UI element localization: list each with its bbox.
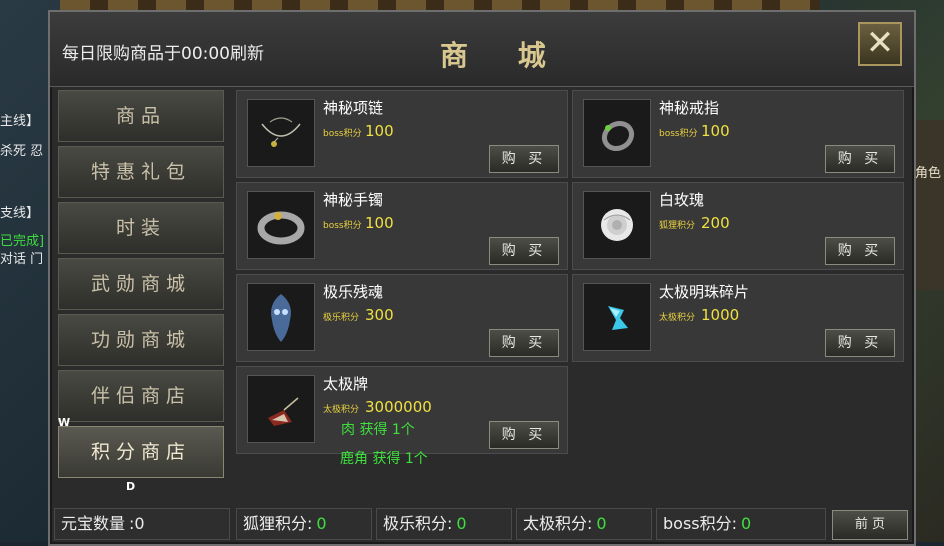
tab-points-shop[interactable]: 积分商店 [58, 426, 224, 478]
fox-points: 狐狸积分: 0 [236, 508, 372, 540]
gain-message: 鹿角 获得 1个 [340, 451, 428, 467]
item-currency: boss积分 [659, 129, 698, 139]
stat-value: 0 [316, 514, 327, 533]
item-currency: 太极积分 [659, 313, 696, 323]
jile-points: 极乐积分: 0 [376, 508, 512, 540]
shop-item: 神秘戒指 boss积分 100 购 买 [572, 90, 904, 178]
item-price: 100 [701, 122, 730, 140]
item-currency: boss积分 [323, 221, 362, 231]
buy-button[interactable]: 购 买 [825, 329, 895, 357]
yuanbao-count: 元宝数量:0 [54, 508, 230, 540]
category-sidebar: 商品 特惠礼包 时装 武勋商城 功勋商城 伴侣商店 积分商店 W D [54, 90, 232, 500]
role-label: 角色 [914, 166, 941, 181]
shop-item: 极乐残魂 极乐积分 300 购 买 [236, 274, 568, 362]
shop-item: 太极明珠碎片 太极积分 1000 购 买 [572, 274, 904, 362]
shop-item: 神秘项链 boss积分 100 购 买 [236, 90, 568, 178]
item-name: 神秘戒指 [659, 99, 720, 117]
soul-icon [247, 283, 315, 351]
item-price: 3000000 [365, 398, 432, 416]
close-icon: ✕ [865, 23, 895, 63]
item-name: 白玫瑰 [659, 191, 705, 209]
key-hint-w: W [58, 416, 71, 429]
stat-label: 元宝数量 [61, 514, 126, 533]
item-name: 太极牌 [323, 375, 369, 393]
rose-icon [583, 191, 651, 259]
boss-points: boss积分: 0 [656, 508, 826, 540]
refresh-note: 每日限购商品于00:00刷新 [62, 44, 264, 64]
pearl-fragment-icon [583, 283, 651, 351]
shop-header: 每日限购商品于00:00刷新 商 城 ✕ [50, 12, 914, 87]
item-name: 太极明珠碎片 [659, 283, 750, 301]
shop-item: 神秘手镯 boss积分 100 购 买 [236, 182, 568, 270]
tab-merit-shop[interactable]: 功勋商城 [58, 314, 224, 366]
bracelet-icon [247, 191, 315, 259]
stat-value: 0 [456, 514, 467, 533]
quest-text-main: 主线】 [0, 114, 40, 129]
stat-value: :0 [129, 514, 145, 533]
item-name: 神秘手镯 [323, 191, 384, 209]
buy-button[interactable]: 购 买 [489, 329, 559, 357]
shop-item: 白玫瑰 狐狸积分 200 购 买 [572, 182, 904, 270]
item-price: 1000 [701, 306, 740, 324]
tab-wuxun-shop[interactable]: 武勋商城 [58, 258, 224, 310]
tab-special-pack[interactable]: 特惠礼包 [58, 146, 224, 198]
buy-button[interactable]: 购 买 [825, 237, 895, 265]
item-currency: 狐狸积分 [659, 221, 696, 231]
tab-fashion[interactable]: 时装 [58, 202, 224, 254]
shop-panel: 每日限购商品于00:00刷新 商 城 ✕ 商品 特惠礼包 时装 武勋商城 功勋商… [48, 10, 916, 546]
tab-goods[interactable]: 商品 [58, 90, 224, 142]
item-currency: 极乐积分 [323, 313, 360, 323]
ring-icon [583, 99, 651, 167]
taiji-token-icon [247, 375, 315, 443]
item-price: 100 [365, 122, 394, 140]
stat-value: 0 [741, 514, 752, 533]
item-price: 200 [701, 214, 730, 232]
shop-title: 商 城 [440, 39, 566, 72]
taiji-points: 太极积分: 0 [516, 508, 652, 540]
buy-button[interactable]: 购 买 [825, 145, 895, 173]
stat-label: 极乐积分 [383, 514, 448, 533]
stat-label: 狐狸积分 [243, 514, 308, 533]
item-name: 神秘项链 [323, 99, 384, 117]
right-hud-strip: 角色 [912, 120, 944, 290]
item-price: 300 [365, 306, 394, 324]
quest-text-talk: 对话 门 [0, 252, 44, 267]
page-button[interactable]: 前 页 [832, 510, 908, 540]
item-name: 极乐残魂 [323, 283, 384, 301]
shop-item: 太极牌 太极积分 3000000 购 买 肉 获得 1个 [236, 366, 568, 454]
buy-button[interactable]: 购 买 [489, 145, 559, 173]
stat-label: 太极积分 [523, 514, 588, 533]
tab-partner-shop[interactable]: 伴侣商店 [58, 370, 224, 422]
stat-value: 0 [596, 514, 607, 533]
quest-text-kill: 杀死 忍 [0, 144, 44, 159]
necklace-icon [247, 99, 315, 167]
item-currency: boss积分 [323, 129, 362, 139]
stat-label: boss积分 [663, 514, 732, 533]
buy-button[interactable]: 购 买 [489, 421, 559, 449]
key-hint-d: D [126, 480, 136, 493]
close-button[interactable]: ✕ [858, 22, 902, 66]
item-price: 100 [365, 214, 394, 232]
gain-message: 肉 获得 1个 [341, 422, 415, 438]
currency-footer: 元宝数量:0 狐狸积分: 0 极乐积分: 0 太极积分: 0 boss积分: 0 前 页 [50, 502, 914, 544]
quest-text-side: 支线】 [0, 206, 40, 221]
item-grid: 神秘项链 boss积分 100 购 买 神秘戒指 boss积分 100 购 买 … [236, 90, 906, 500]
quest-text-done: 已完成] [0, 234, 45, 249]
item-currency: 太极积分 [323, 405, 360, 415]
buy-button[interactable]: 购 买 [489, 237, 559, 265]
